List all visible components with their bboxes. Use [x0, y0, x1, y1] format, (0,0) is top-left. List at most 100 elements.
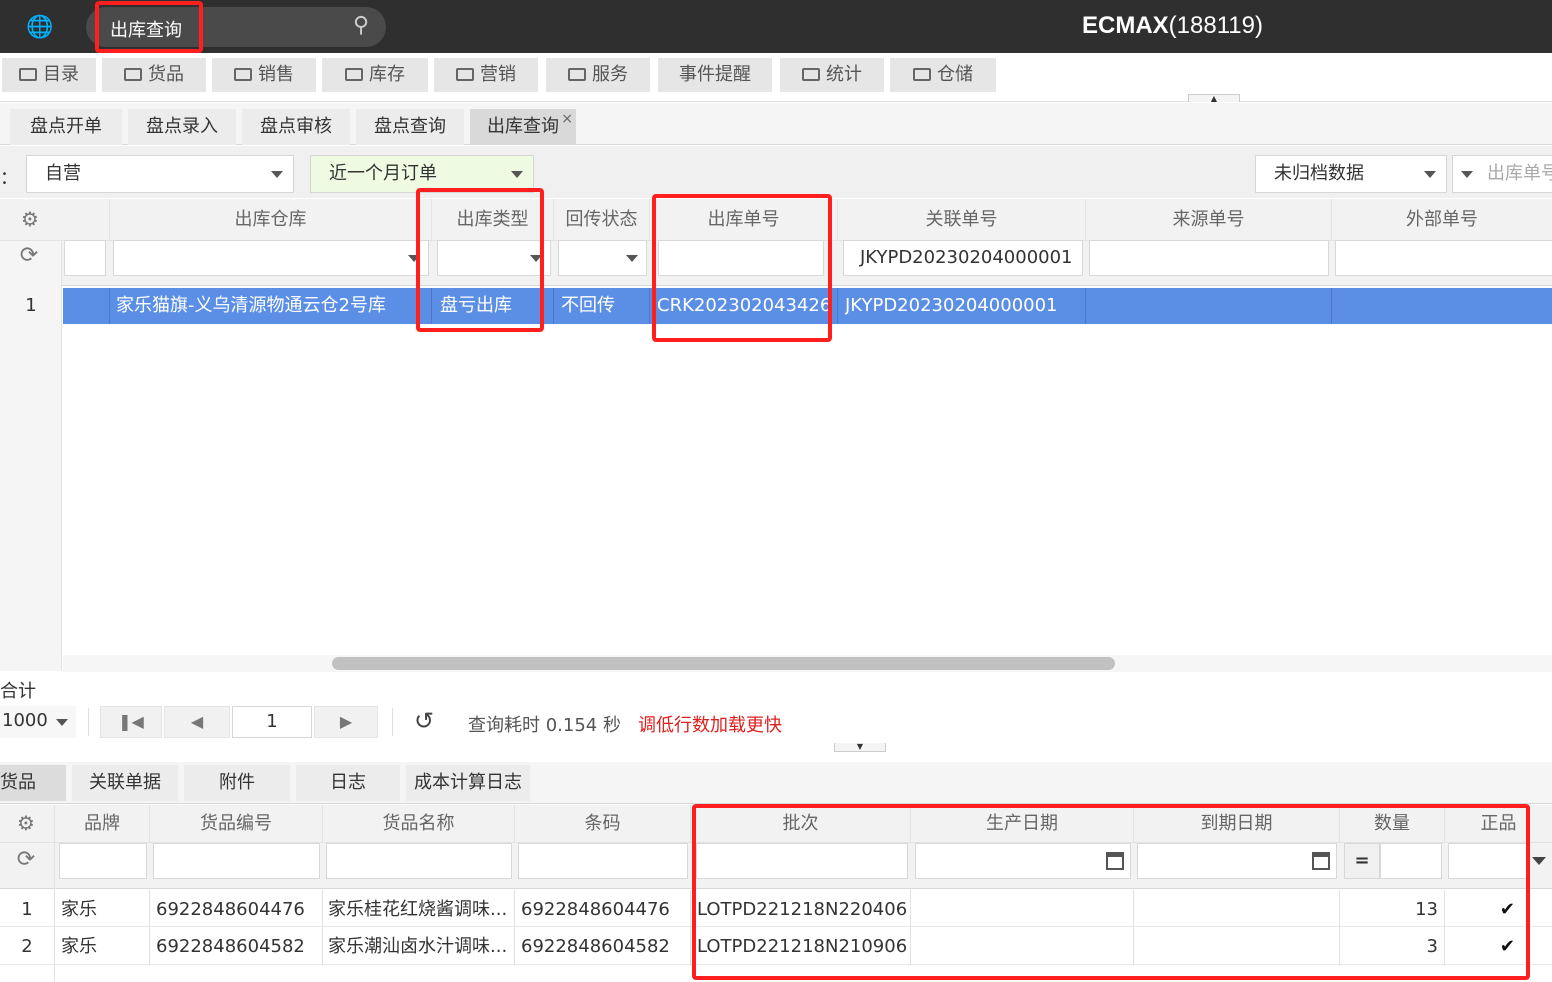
highlight-box-type: [416, 188, 544, 332]
refresh-icon[interactable]: ⟳: [13, 849, 39, 874]
order-no-search[interactable]: 出库单号: [1452, 155, 1552, 193]
next-page-button[interactable]: ▶: [314, 706, 378, 738]
menu-label: 统计: [826, 64, 862, 85]
filter-warehouse-select[interactable]: [113, 240, 429, 276]
column-header-goods-name[interactable]: 货品名称: [323, 805, 515, 843]
tab-stocktake-entry[interactable]: 盘点录入: [128, 109, 236, 145]
tab-attachments[interactable]: 附件: [184, 765, 290, 801]
menu-item-service[interactable]: 服务: [546, 58, 650, 92]
cell-divider: [322, 890, 323, 966]
cell-divider: [149, 890, 150, 966]
collapse-detail-handle[interactable]: ▼: [834, 743, 886, 752]
gear-icon[interactable]: ⚙: [14, 813, 38, 835]
folder-icon: [913, 68, 931, 81]
menu-item-inventory[interactable]: 库存: [322, 58, 428, 92]
page-size-value: 1000: [2, 710, 48, 731]
filter-status-select[interactable]: [558, 240, 647, 276]
query-time-text: 查询耗时 0.154 秒: [468, 715, 621, 736]
divider: [392, 708, 393, 736]
menu-label: 库存: [369, 64, 405, 85]
globe-icon[interactable]: 🌐: [26, 14, 54, 42]
tab-stocktake-review[interactable]: 盘点审核: [242, 109, 350, 145]
column-header-source-no[interactable]: 来源单号: [1086, 199, 1332, 241]
folder-icon: [345, 68, 363, 81]
brand-code: (188119): [1168, 12, 1263, 39]
summary-label: 合计: [0, 681, 36, 702]
column-header-goods-code[interactable]: 货品编号: [150, 805, 323, 843]
archive-select[interactable]: 未归档数据: [1255, 155, 1447, 193]
collapse-menu-handle[interactable]: ▲: [1188, 94, 1240, 103]
archive-select-value: 未归档数据: [1274, 163, 1364, 184]
horizontal-scrollbar[interactable]: [332, 657, 1115, 670]
cell-status: 不回传: [561, 295, 615, 316]
close-icon[interactable]: ×: [561, 101, 573, 137]
tab-stocktake-create[interactable]: 盘点开单: [10, 109, 122, 145]
cell-related-no: JKYPD20230204000001: [845, 295, 1058, 316]
menu-label: 事件提醒: [679, 64, 751, 85]
filter-brand-input[interactable]: [59, 843, 147, 879]
menu-item-warehouse[interactable]: 仓储: [890, 58, 996, 92]
refresh-icon[interactable]: ⟳: [16, 245, 42, 270]
brand-title: ECMAX(188119): [1082, 12, 1263, 40]
cell-goods-code: 6922848604582: [156, 936, 305, 957]
filter-source-no-input[interactable]: [1089, 240, 1329, 276]
reload-icon[interactable]: ↺: [414, 708, 434, 734]
menu-item-sales[interactable]: 销售: [212, 58, 316, 92]
menu-item-statistics[interactable]: 统计: [780, 58, 884, 92]
gear-icon[interactable]: ⚙: [18, 209, 42, 233]
chevron-down-icon: [1461, 171, 1473, 178]
menu-item-goods[interactable]: 货品: [102, 58, 206, 92]
menu-item-marketing[interactable]: 营销: [434, 58, 538, 92]
folder-icon: [19, 68, 37, 81]
column-header-barcode[interactable]: 条码: [515, 805, 691, 843]
menu-label: 营销: [480, 64, 516, 85]
cell-external-no: [1339, 288, 1549, 324]
prev-page-button[interactable]: ◀: [164, 706, 230, 738]
menu-label: 仓储: [937, 64, 973, 85]
column-header-status[interactable]: 回传状态: [554, 199, 650, 241]
highlight-box-search: [95, 1, 203, 53]
column-header-brand[interactable]: 品牌: [55, 805, 150, 843]
filter-goods-name-input[interactable]: [326, 843, 512, 879]
tab-log[interactable]: 日志: [296, 765, 400, 801]
search-icon[interactable]: ⚲: [353, 13, 379, 39]
folder-icon: [568, 68, 586, 81]
page-number-input[interactable]: 1: [232, 706, 312, 738]
filter-related-no-input[interactable]: JKYPD20230204000001: [843, 240, 1083, 276]
tab-related-docs[interactable]: 关联单据: [72, 765, 178, 801]
first-page-button[interactable]: ❚◀: [100, 706, 162, 738]
filter-goods-code-input[interactable]: [153, 843, 320, 879]
menu-item-events[interactable]: 事件提醒: [658, 58, 772, 92]
chevron-down-icon: [511, 171, 523, 178]
filter-external-no-input[interactable]: [1335, 240, 1552, 276]
filter-barcode-input[interactable]: [518, 843, 688, 879]
highlight-box-out-no: [652, 194, 832, 342]
cell-warehouse: 家乐猫旗-义乌清源物通云仓2号库: [116, 295, 386, 316]
column-header-blank: [62, 199, 110, 241]
cell-divider: [837, 288, 838, 324]
tab-stocktake-query[interactable]: 盘点查询: [356, 109, 464, 145]
folder-icon: [802, 68, 820, 81]
column-header-warehouse[interactable]: 出库仓库: [110, 199, 432, 241]
filter-input-blank[interactable]: [64, 240, 106, 276]
tab-cost-log[interactable]: 成本计算日志: [406, 765, 530, 801]
tab-goods[interactable]: 货品: [0, 765, 66, 801]
brand-name: ECMAX: [1082, 12, 1169, 39]
folder-icon: [456, 68, 474, 81]
menu-item-catalog[interactable]: 目录: [2, 58, 96, 92]
shop-select-value: 自营: [45, 163, 81, 184]
column-header-external-no[interactable]: 外部单号: [1332, 199, 1552, 241]
page-size-select[interactable]: 1000: [0, 706, 76, 738]
cell-barcode: 6922848604582: [521, 936, 670, 957]
load-speed-tip[interactable]: 调低行数加载更快: [638, 711, 782, 737]
shop-select[interactable]: 自营: [26, 155, 294, 193]
tab-outbound-query[interactable]: 出库查询 ×: [470, 109, 576, 145]
column-header-related-no[interactable]: 关联单号: [838, 199, 1086, 241]
chevron-down-icon[interactable]: [1532, 857, 1546, 865]
cell-source-no: [1093, 288, 1329, 324]
cell-divider: [649, 288, 650, 324]
chevron-down-icon: [271, 171, 283, 178]
order-no-placeholder: 出库单号: [1487, 163, 1552, 184]
cell-divider: [514, 890, 515, 966]
cell-brand: 家乐: [61, 899, 97, 920]
